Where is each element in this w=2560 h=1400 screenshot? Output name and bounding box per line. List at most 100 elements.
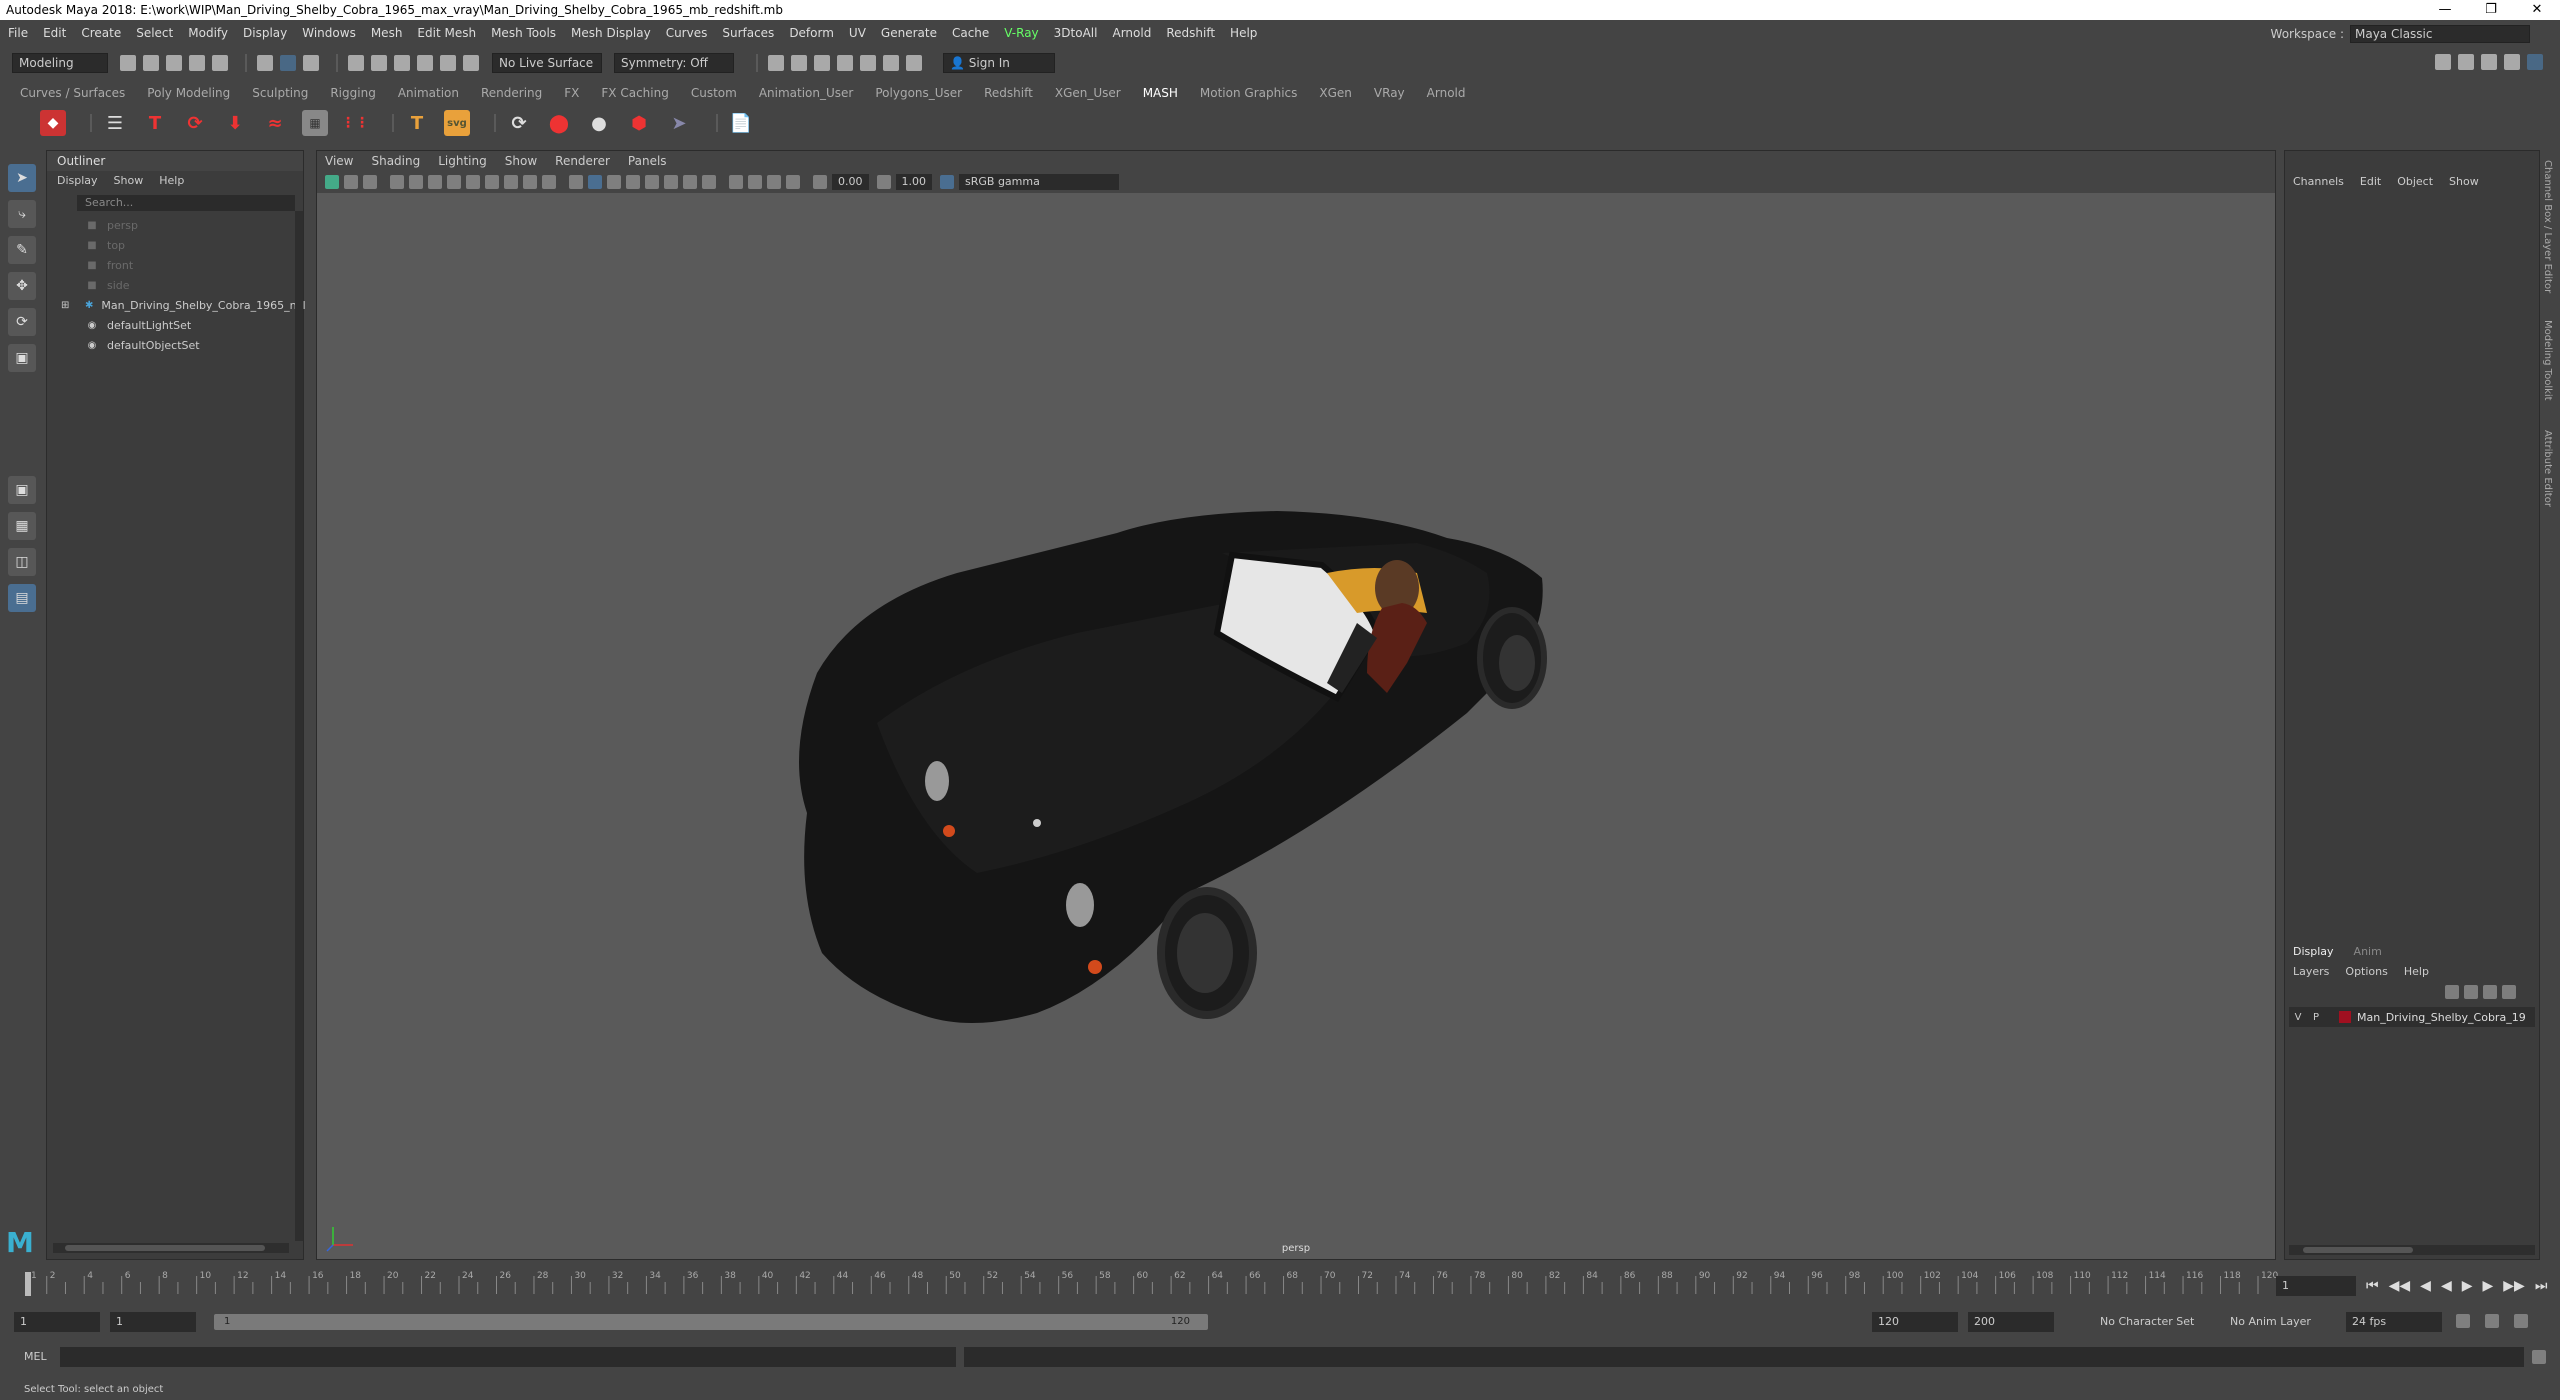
select-component-icon[interactable] [303, 55, 319, 71]
viewport-menu-show[interactable]: Show [505, 154, 537, 168]
grid-toggle-icon[interactable] [447, 175, 461, 189]
menu-surfaces[interactable]: Surfaces [722, 26, 774, 40]
single-pane-icon[interactable]: ▣ [8, 476, 36, 504]
backface-icon[interactable] [786, 175, 800, 189]
camera-attr-icon[interactable] [344, 175, 358, 189]
menu-edit-mesh[interactable]: Edit Mesh [417, 26, 476, 40]
camera-select-icon[interactable] [325, 175, 339, 189]
new-empty-layer-icon[interactable] [2483, 985, 2497, 999]
render-frame-icon[interactable] [768, 55, 784, 71]
type-tool-icon[interactable]: T [404, 110, 430, 136]
shelf-tab-animation-user[interactable]: Animation_User [759, 86, 854, 100]
layer-menu-help[interactable]: Help [2404, 965, 2429, 978]
loop-icon[interactable] [2456, 1314, 2470, 1328]
select-object-icon[interactable] [280, 55, 296, 71]
move-layer-down-icon[interactable] [2464, 985, 2478, 999]
svg-tool-icon[interactable]: svg [444, 110, 470, 136]
sign-in-button[interactable]: 👤 Sign In [943, 53, 1055, 73]
shelf-tab-animation[interactable]: Animation [398, 86, 459, 100]
lasso-tool-icon[interactable]: ⤷ [8, 200, 36, 228]
scene-end-field[interactable]: 200 [1968, 1312, 2054, 1332]
restore-icon[interactable]: ❐ [2468, 0, 2514, 20]
snap-surface-icon[interactable] [440, 55, 456, 71]
render-settings-icon[interactable] [814, 55, 830, 71]
outliner-item[interactable]: ◉ defaultLightSet [47, 315, 303, 335]
step-forward-key-icon[interactable]: ▶▶ [2503, 1278, 2525, 1294]
field-chart-icon[interactable] [523, 175, 537, 189]
layer-editor-icon[interactable] [2527, 54, 2543, 70]
redo-icon[interactable] [212, 55, 228, 71]
pause-icon[interactable] [906, 55, 922, 71]
menu-help[interactable]: Help [1230, 26, 1257, 40]
menu-create[interactable]: Create [81, 26, 121, 40]
menu-mesh-display[interactable]: Mesh Display [571, 26, 651, 40]
channel-menu-edit[interactable]: Edit [2360, 175, 2381, 188]
symmetry-dropdown[interactable]: Symmetry: Off [614, 53, 734, 73]
layer-color-swatch[interactable] [2339, 1011, 2351, 1023]
shelf-tab-curves-surfaces[interactable]: Curves / Surfaces [20, 86, 125, 100]
modeling-toolkit-icon[interactable] [2435, 54, 2451, 70]
shelf-tab-poly-modeling[interactable]: Poly Modeling [147, 86, 230, 100]
shelf-tab-xgen[interactable]: XGen [1319, 86, 1352, 100]
viewport-panel[interactable]: View Shading Lighting Show Renderer Panels 0.… [316, 150, 2276, 1260]
ipr-render-icon[interactable] [791, 55, 807, 71]
menu-edit[interactable]: Edit [43, 26, 66, 40]
command-language-label[interactable]: MEL [24, 1350, 47, 1363]
snap-grid-icon[interactable] [348, 55, 364, 71]
snap-point-icon[interactable] [394, 55, 410, 71]
fps-dropdown[interactable]: 24 fps [2346, 1312, 2442, 1332]
shelf-tab-sculpting[interactable]: Sculpting [252, 86, 308, 100]
select-hierarchy-icon[interactable] [257, 55, 273, 71]
mash-create-icon[interactable]: ◆ [40, 110, 66, 136]
use-lights-icon[interactable] [645, 175, 659, 189]
viewport-menu-view[interactable]: View [325, 154, 353, 168]
range-slider[interactable]: 1 120 [214, 1314, 1208, 1330]
four-pane-icon[interactable]: ▦ [8, 512, 36, 540]
hypershade-icon[interactable] [837, 55, 853, 71]
shadows-icon[interactable] [664, 175, 678, 189]
character-set-dropdown[interactable]: No Character Set [2094, 1312, 2204, 1332]
refresh-icon[interactable]: ⟳ [506, 110, 532, 136]
shelf-tab-vray[interactable]: VRay [1374, 86, 1405, 100]
snap-vertex-icon[interactable] [463, 55, 479, 71]
script-editor-icon[interactable]: 📄 [728, 110, 754, 136]
grease-pencil-icon[interactable] [428, 175, 442, 189]
snap-view-icon[interactable] [417, 55, 433, 71]
new-scene-icon[interactable] [120, 55, 136, 71]
script-editor-icon[interactable] [2532, 1350, 2546, 1364]
layer-tab-display[interactable]: Display [2293, 945, 2334, 958]
go-to-end-icon[interactable]: ⏭ [2535, 1278, 2548, 1294]
flock-icon[interactable]: ➤ [666, 110, 692, 136]
layer-row[interactable]: V P Man_Driving_Shelby_Cobra_19 [2289, 1007, 2535, 1027]
channel-box-tab[interactable]: Channel Box / Layer Editor [2542, 160, 2553, 293]
gamma-icon[interactable] [876, 175, 891, 189]
mash-curve-icon[interactable]: ⟳ [182, 110, 208, 136]
menu-file[interactable]: File [8, 26, 28, 40]
outliner-item[interactable]: ■ persp [47, 215, 303, 235]
paint-select-icon[interactable]: ✎ [8, 236, 36, 264]
safe-action-icon[interactable] [542, 175, 556, 189]
car-model[interactable] [799, 511, 1547, 1023]
layer-playback-toggle[interactable]: P [2307, 1012, 2325, 1023]
step-back-frame-icon[interactable]: ◀ [2420, 1278, 2431, 1294]
xray-joints-icon[interactable] [767, 175, 781, 189]
mash-trails-icon[interactable]: ≈ [262, 110, 288, 136]
select-tool-icon[interactable]: ➤ [8, 164, 36, 192]
workspace-dropdown[interactable]: Maya Classic [2350, 25, 2530, 43]
menu-mesh-tools[interactable]: Mesh Tools [491, 26, 556, 40]
motion-blur-icon[interactable] [702, 175, 716, 189]
attribute-editor-icon[interactable] [2458, 54, 2474, 70]
exposure-field[interactable]: 0.00 [832, 174, 869, 190]
expand-icon[interactable]: ⊞ [61, 300, 69, 311]
auto-key-icon[interactable] [2485, 1314, 2499, 1328]
live-surface-field[interactable]: No Live Surface [492, 53, 602, 73]
viewport-menu-shading[interactable]: Shading [371, 154, 420, 168]
menu-generate[interactable]: Generate [881, 26, 937, 40]
outliner-hscrollbar[interactable] [53, 1243, 289, 1253]
mash-drop-icon[interactable]: ⬇ [222, 110, 248, 136]
shelf-tab-fx-caching[interactable]: FX Caching [601, 86, 668, 100]
menu-uv[interactable]: UV [849, 26, 866, 40]
menu-cache[interactable]: Cache [952, 26, 989, 40]
outliner-menu-display[interactable]: Display [57, 174, 98, 187]
go-to-start-icon[interactable]: ⏮ [2366, 1278, 2379, 1294]
